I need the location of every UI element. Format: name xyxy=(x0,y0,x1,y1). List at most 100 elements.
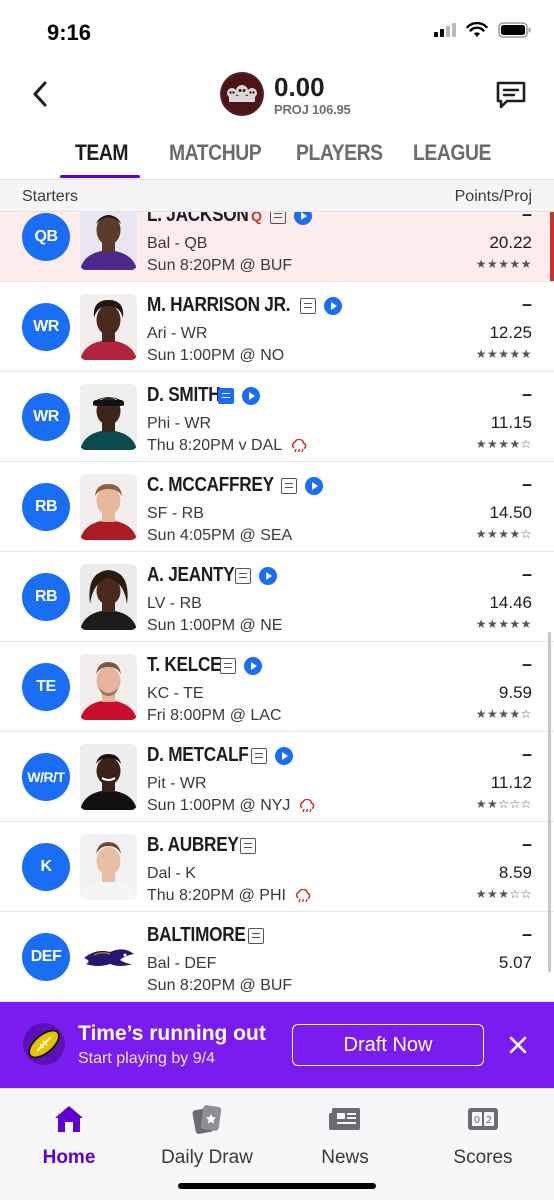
tab-league[interactable]: LEAGUE xyxy=(413,140,491,166)
player-name[interactable]: D. METCALF xyxy=(147,744,249,767)
play-video-icon[interactable] xyxy=(242,386,261,405)
svg-text:0: 0 xyxy=(474,1115,480,1126)
roster-list: QB L. JACKSON Q Bal - QB Sun 8:20PM @ BU… xyxy=(0,212,554,1002)
player-notes-new-icon[interactable] xyxy=(218,387,235,404)
roster-row-rb[interactable]: RB A. JEANTY LV - RB Sun 1:00PM @ NE – 1… xyxy=(0,552,554,642)
tab-team[interactable]: TEAM xyxy=(75,140,129,166)
close-icon[interactable] xyxy=(504,1031,532,1059)
nav-home-label: Home xyxy=(42,1147,96,1168)
tab-matchup[interactable]: MATCHUP xyxy=(169,140,262,166)
player-name-line: M. HARRISON JR. xyxy=(147,294,342,317)
scrollbar[interactable] xyxy=(548,632,551,972)
roster-row-te[interactable]: TE T. KELCE KC - TE Fri 8:00PM @ LAC – 9… xyxy=(0,642,554,732)
player-notes-icon[interactable] xyxy=(299,297,316,314)
player-notes-icon[interactable] xyxy=(247,927,264,944)
nav-news[interactable]: News xyxy=(276,1103,414,1169)
roster-row-wr[interactable]: WR D. SMITH Phi - WR Thu 8:20PM v DAL – … xyxy=(0,372,554,462)
player-name-line: BALTIMORE xyxy=(147,924,264,947)
wifi-icon xyxy=(466,22,488,37)
player-name[interactable]: A. JEANTY xyxy=(147,564,235,587)
home-icon xyxy=(55,1106,83,1132)
player-name[interactable]: BALTIMORE xyxy=(147,924,246,947)
points-proj-header: Points/Proj xyxy=(454,188,532,205)
roster-row-def[interactable]: DEF BALTIMORE Bal - DEF Sun 8:20PM @ BUF… xyxy=(0,912,554,1002)
promo-banner: Time’s running out Start playing by 9/4 … xyxy=(0,1002,554,1088)
player-name[interactable]: L. JACKSON xyxy=(147,212,249,227)
position-badge[interactable]: QB xyxy=(22,213,70,261)
player-headshot-icon xyxy=(80,212,137,270)
player-notes-icon[interactable] xyxy=(239,837,256,854)
roster-row-k[interactable]: K B. AUBREY Dal - K Thu 8:20PM @ PHI – 8… xyxy=(0,822,554,912)
play-video-icon[interactable] xyxy=(323,296,342,315)
status-icons xyxy=(434,22,532,38)
injury-status-badge: Q xyxy=(251,212,263,224)
svg-text:2: 2 xyxy=(486,1115,492,1126)
game-time: Sun 1:00PM @ NE xyxy=(147,617,283,634)
player-game-info: Fri 8:00PM @ LAC xyxy=(147,707,282,725)
play-video-icon[interactable] xyxy=(243,656,262,675)
nav-home[interactable]: Home xyxy=(0,1103,138,1169)
player-avatar xyxy=(80,294,137,360)
nav-scores[interactable]: 0 2 Scores xyxy=(414,1103,552,1169)
player-notes-icon[interactable] xyxy=(234,567,251,584)
player-headshot-icon xyxy=(80,654,137,720)
matchup-stars: ★★★★★ xyxy=(475,347,532,361)
matchup-stars: ★★★★★ xyxy=(475,617,532,631)
player-name[interactable]: T. KELCE xyxy=(147,654,222,677)
player-name[interactable]: M. HARRISON JR. xyxy=(147,294,291,317)
player-name[interactable]: D. SMITH xyxy=(147,384,221,407)
player-game-info: Sun 4:05PM @ SEA xyxy=(147,527,292,545)
player-name[interactable]: C. MCCAFFREY xyxy=(147,474,274,497)
tab-players[interactable]: PLAYERS xyxy=(296,140,383,166)
weather-rain-icon[interactable] xyxy=(290,439,308,453)
player-projection: 9.59 xyxy=(498,683,532,702)
position-badge[interactable]: TE xyxy=(22,663,70,711)
player-team-position: Dal - K xyxy=(147,865,196,882)
player-points: – xyxy=(521,834,532,854)
play-video-icon[interactable] xyxy=(304,476,323,495)
weather-rain-icon[interactable] xyxy=(298,799,316,813)
matchup-stars: ★★★★★ xyxy=(475,257,532,271)
weather-rain-icon[interactable] xyxy=(294,889,312,903)
player-team-position: SF - RB xyxy=(147,505,204,522)
player-notes-icon[interactable] xyxy=(270,212,287,224)
player-projection: 8.59 xyxy=(498,863,532,882)
play-video-icon[interactable] xyxy=(258,566,277,585)
roster-row-wr[interactable]: WR M. HARRISON JR. Ari - WR Sun 1:00PM @… xyxy=(0,282,554,372)
position-badge[interactable]: W/R/T xyxy=(22,753,70,801)
player-projection: 20.22 xyxy=(489,233,532,252)
player-name[interactable]: B. AUBREY xyxy=(147,834,239,857)
roster-row-qb[interactable]: QB L. JACKSON Q Bal - QB Sun 8:20PM @ BU… xyxy=(0,212,554,282)
player-team-position: Bal - DEF xyxy=(147,955,217,972)
team-avatar xyxy=(80,924,137,990)
position-badge[interactable]: RB xyxy=(22,573,70,621)
position-badge[interactable]: DEF xyxy=(22,933,70,981)
play-video-icon[interactable] xyxy=(275,746,294,765)
position-badge[interactable]: RB xyxy=(22,483,70,531)
player-name-line: T. KELCE xyxy=(147,654,262,677)
player-team-position: Bal - QB xyxy=(147,235,208,252)
team-logo[interactable] xyxy=(220,72,264,116)
player-projection: 11.12 xyxy=(490,773,532,792)
draft-now-button[interactable]: Draft Now xyxy=(292,1024,484,1066)
chat-button[interactable] xyxy=(492,76,530,114)
player-projection: 12.25 xyxy=(489,323,532,342)
roster-row-rb[interactable]: RB C. MCCAFFREY SF - RB Sun 4:05PM @ SEA… xyxy=(0,462,554,552)
banner-title: Time’s running out xyxy=(78,1022,266,1045)
position-badge[interactable]: WR xyxy=(22,393,70,441)
nav-daily-draw[interactable]: Daily Draw xyxy=(138,1103,276,1169)
matchup-stars: ★★★★☆ xyxy=(475,437,532,451)
player-notes-icon[interactable] xyxy=(280,477,297,494)
position-badge[interactable]: K xyxy=(22,843,70,891)
back-button[interactable] xyxy=(24,78,56,110)
player-notes-icon[interactable] xyxy=(251,747,268,764)
position-badge[interactable]: WR xyxy=(22,303,70,351)
player-name-line: D. METCALF xyxy=(147,744,294,767)
nav-scores-label: Scores xyxy=(453,1147,513,1168)
roster-row-flex[interactable]: W/R/T D. METCALF Pit - WR Sun 1:00PM @ N… xyxy=(0,732,554,822)
player-notes-icon[interactable] xyxy=(219,657,236,674)
player-points: – xyxy=(521,294,532,314)
matchup-stars: ★★★★☆ xyxy=(475,707,532,721)
play-video-icon[interactable] xyxy=(294,212,313,225)
team-score: 0.00 xyxy=(274,72,325,102)
